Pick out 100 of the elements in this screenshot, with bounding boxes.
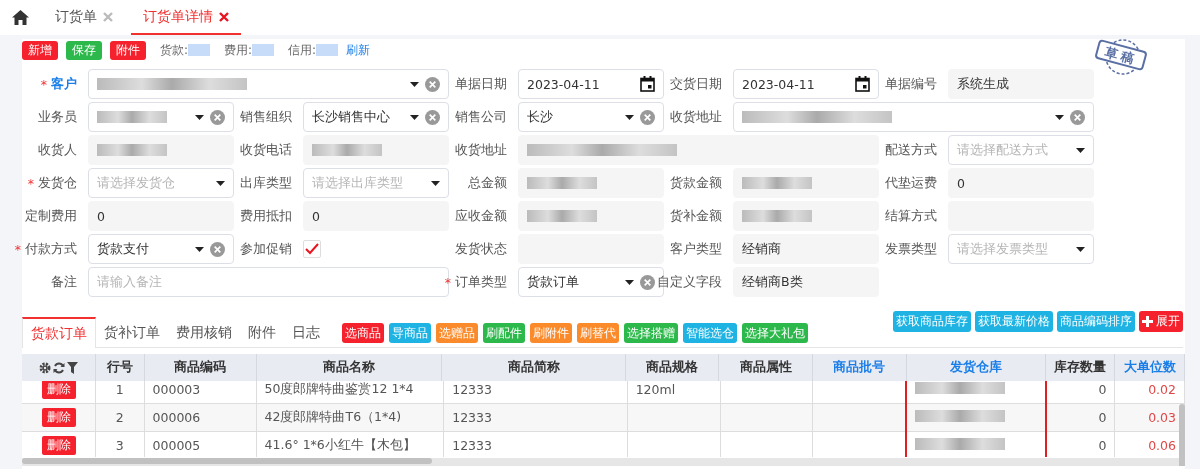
caret-icon bbox=[625, 279, 634, 285]
table-cell: 0 bbox=[1098, 381, 1107, 397]
select-field[interactable]: 货款支付 bbox=[88, 234, 234, 264]
clear-icon[interactable] bbox=[1070, 109, 1085, 125]
close-icon[interactable] bbox=[219, 11, 229, 22]
select-field[interactable] bbox=[88, 69, 449, 99]
home-icon[interactable] bbox=[12, 10, 29, 25]
caret-icon bbox=[410, 114, 419, 120]
toolbar-button[interactable]: 新增 bbox=[22, 40, 58, 60]
required-mark: * bbox=[14, 241, 21, 257]
clear-icon[interactable] bbox=[425, 76, 440, 92]
column-header: 商品批号 bbox=[812, 354, 907, 381]
action-button[interactable]: 获取商品库存 bbox=[893, 311, 971, 332]
field-value: 长沙 bbox=[527, 108, 554, 126]
tab[interactable]: 费用核销 bbox=[168, 317, 240, 347]
clear-icon[interactable] bbox=[210, 241, 225, 257]
field-label: 结算方式 bbox=[885, 207, 937, 225]
select-field[interactable]: 长沙 bbox=[518, 102, 664, 132]
field-value: 货款支付 bbox=[97, 240, 150, 258]
column-header: 发货仓库 bbox=[906, 354, 1045, 381]
toolbar-button[interactable]: 附件 bbox=[110, 40, 146, 60]
column-header: 大单位数 bbox=[1114, 354, 1185, 381]
tab[interactable]: 货补订单 bbox=[96, 317, 168, 347]
field-label: 代垫运费 bbox=[885, 174, 937, 192]
field-label: 定制费用 bbox=[25, 207, 77, 225]
select-field[interactable]: 请选择配送方式 bbox=[948, 135, 1094, 165]
action-button[interactable]: 选择大礼包 bbox=[742, 323, 808, 343]
placeholder: 请选择发货仓 bbox=[97, 174, 176, 192]
action-button[interactable]: 选择搭赠 bbox=[624, 323, 678, 343]
date-field[interactable]: 2023-04-11 bbox=[518, 69, 664, 99]
tab[interactable]: 货款订单 bbox=[22, 317, 96, 348]
action-button[interactable]: 刷配件 bbox=[483, 323, 525, 343]
table-cell: 2 bbox=[115, 410, 124, 425]
field-label: 交货日期 bbox=[670, 75, 722, 93]
column-header: 商品编码 bbox=[144, 354, 257, 381]
field-label: 客户 bbox=[51, 75, 77, 93]
field-value: 货款订单 bbox=[527, 273, 580, 291]
column-header: 商品名称 bbox=[256, 354, 442, 381]
action-button[interactable]: 选商品 bbox=[342, 323, 384, 343]
tab[interactable]: 订货单 bbox=[43, 0, 125, 35]
field-label: 发货仓 bbox=[38, 174, 77, 192]
select-field[interactable]: 长沙销售中心 bbox=[303, 102, 449, 132]
table-cell: 42度郎牌特曲T6（1*4) bbox=[264, 409, 402, 424]
field-label: 销售组织 bbox=[240, 108, 292, 126]
select-field[interactable]: 请选择发票类型 bbox=[948, 234, 1094, 264]
date-field[interactable]: 2023-04-11 bbox=[733, 69, 879, 99]
action-button[interactable]: 智能选仓 bbox=[683, 323, 737, 343]
field-value: 经销商B类 bbox=[742, 273, 804, 291]
action-button[interactable]: 商品编码排序 bbox=[1057, 311, 1135, 332]
caret-icon bbox=[431, 180, 440, 186]
action-button[interactable]: 刷附件 bbox=[530, 323, 572, 343]
table-cell: 0.03 bbox=[1148, 410, 1176, 425]
table-cell: 12333 bbox=[452, 438, 492, 454]
refresh-link[interactable]: 刷新 bbox=[346, 41, 371, 59]
delete-button[interactable]: 删除 bbox=[41, 436, 76, 456]
table-cell: 0 bbox=[1098, 438, 1107, 454]
column-header: 行号 bbox=[95, 354, 145, 381]
clear-icon[interactable] bbox=[640, 274, 655, 290]
table-cell: 0.06 bbox=[1148, 438, 1176, 454]
column-header: 商品简称 bbox=[441, 354, 626, 381]
delete-button[interactable]: 删除 bbox=[41, 381, 76, 399]
toolbar-button[interactable]: 保存 bbox=[66, 40, 102, 60]
refresh-icon[interactable] bbox=[52, 361, 65, 374]
clear-icon[interactable] bbox=[210, 109, 225, 125]
field-value: 2023-04-11 bbox=[527, 76, 601, 92]
close-icon[interactable] bbox=[103, 11, 113, 22]
column-header: 商品规格 bbox=[625, 354, 719, 381]
clear-icon[interactable] bbox=[640, 109, 655, 125]
calendar-icon[interactable] bbox=[855, 76, 870, 92]
field-label: 备注 bbox=[51, 273, 77, 291]
calendar-icon[interactable] bbox=[640, 76, 655, 92]
expand-button[interactable]: 展开 bbox=[1139, 311, 1183, 332]
delete-button[interactable]: 删除 bbox=[41, 408, 76, 427]
field-value: 0 bbox=[312, 208, 321, 224]
table-cell: 0 bbox=[1098, 410, 1107, 425]
table-cell: 12333 bbox=[452, 410, 492, 425]
clear-icon[interactable] bbox=[425, 109, 440, 125]
placeholder: 请选择发票类型 bbox=[957, 240, 1049, 258]
scrollbar-thumb[interactable] bbox=[1179, 404, 1185, 466]
select-field[interactable]: 请选择发货仓 bbox=[88, 168, 234, 198]
action-button[interactable]: 选赠品 bbox=[436, 323, 478, 343]
caret-icon bbox=[625, 114, 634, 120]
select-field[interactable] bbox=[733, 102, 1094, 132]
caret-icon bbox=[195, 246, 204, 252]
tab[interactable]: 日志 bbox=[284, 317, 328, 347]
action-button[interactable]: 刷替代 bbox=[577, 323, 619, 343]
action-button[interactable]: 获取最新价格 bbox=[975, 311, 1053, 332]
select-field[interactable]: 请选择出库类型 bbox=[303, 168, 449, 198]
tab[interactable]: 附件 bbox=[240, 317, 284, 347]
scrollbar-thumb[interactable] bbox=[22, 458, 432, 464]
filter-icon[interactable] bbox=[66, 361, 78, 374]
field-label: 发票类型 bbox=[885, 240, 937, 258]
table-cell: 000005 bbox=[152, 438, 201, 454]
tab[interactable]: 订货单详情 bbox=[131, 0, 241, 35]
field-label: 费用抵扣 bbox=[240, 207, 292, 225]
settings-icon[interactable] bbox=[38, 361, 51, 374]
select-field[interactable] bbox=[88, 102, 234, 132]
checkbox[interactable] bbox=[303, 240, 321, 258]
placeholder: 请输入备注 bbox=[97, 273, 163, 291]
action-button[interactable]: 导商品 bbox=[389, 323, 431, 343]
